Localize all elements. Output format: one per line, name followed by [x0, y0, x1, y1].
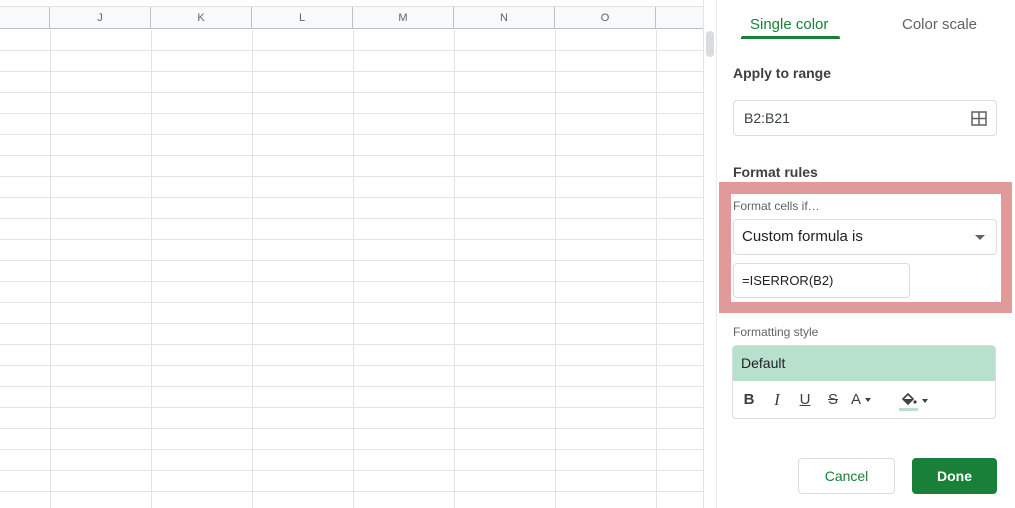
grid-row-line: [0, 155, 703, 156]
grid-row-line: [0, 323, 703, 324]
column-header-m[interactable]: M: [353, 7, 454, 29]
fill-color-caret-icon: [922, 399, 928, 403]
grid-row-line: [0, 365, 703, 366]
grid-column-line: [555, 30, 556, 508]
column-header-k[interactable]: K: [151, 7, 252, 29]
grid-row-line: [0, 260, 703, 261]
grid-row-line: [0, 92, 703, 93]
underline-button[interactable]: U: [794, 389, 816, 411]
grid-column-line: [656, 30, 657, 508]
range-input[interactable]: B2:B21: [733, 100, 997, 136]
grid-column-line: [353, 30, 354, 508]
strikethrough-button[interactable]: S: [822, 389, 844, 411]
cancel-button[interactable]: Cancel: [798, 458, 895, 494]
condition-dropdown[interactable]: Custom formula is: [733, 219, 997, 255]
format-rules-title: Format rules: [733, 164, 818, 180]
format-cells-if-label: Format cells if…: [733, 199, 820, 213]
custom-formula-input[interactable]: =ISERROR(B2): [733, 263, 910, 298]
condition-value: Custom formula is: [742, 228, 863, 245]
fill-color-button[interactable]: [896, 389, 932, 411]
paint-bucket-icon: [901, 392, 917, 406]
grid-row-line: [0, 449, 703, 450]
text-color-button[interactable]: A: [851, 389, 881, 411]
tab-single-color[interactable]: Single color: [750, 14, 828, 36]
grid-row-line: [0, 218, 703, 219]
grid-row-line: [0, 386, 703, 387]
style-preview[interactable]: Default: [733, 346, 995, 381]
grid-row-line: [0, 197, 703, 198]
column-header-l[interactable]: L: [252, 7, 353, 29]
range-value[interactable]: B2:B21: [744, 110, 790, 126]
style-toolbar: B I U S A: [733, 381, 995, 418]
grid-column-line: [252, 30, 253, 508]
column-header-partial-right[interactable]: [656, 7, 703, 29]
formatting-style-label: Formatting style: [733, 325, 819, 339]
grid-row-line: [0, 302, 703, 303]
scrollbar-thumb[interactable]: [706, 31, 714, 57]
style-preview-text: Default: [741, 355, 786, 371]
fill-color-swatch: [899, 408, 918, 411]
column-header-o[interactable]: O: [555, 7, 656, 29]
column-header-j[interactable]: J: [50, 7, 151, 29]
grid-row-line: [0, 344, 703, 345]
formatting-style-box: Default B I U S A: [732, 345, 996, 419]
grid-column-line: [151, 30, 152, 508]
grid-row-line: [0, 407, 703, 408]
spreadsheet-area: J K L M N O: [0, 0, 716, 508]
text-color-caret-icon: [865, 398, 872, 403]
active-tab-indicator: [741, 36, 840, 39]
grid-row-line: [0, 428, 703, 429]
grid-row-line: [0, 134, 703, 135]
grid-row-line: [0, 176, 703, 177]
text-color-icon: A: [851, 391, 862, 408]
dropdown-arrow-icon: [975, 235, 985, 240]
done-button[interactable]: Done: [912, 458, 997, 494]
vertical-scrollbar[interactable]: [703, 0, 716, 508]
column-header-n[interactable]: N: [454, 7, 555, 29]
formula-value: =ISERROR(B2): [742, 273, 834, 288]
grid-column-line: [454, 30, 455, 508]
grid-column-line: [50, 30, 51, 508]
grid-row-line: [0, 281, 703, 282]
grid-row-line: [0, 50, 703, 51]
grid-row-line: [0, 470, 703, 471]
apply-to-range-title: Apply to range: [733, 65, 832, 81]
grid-row-line: [0, 71, 703, 72]
grid-row-line: [0, 113, 703, 114]
bold-button[interactable]: B: [738, 389, 760, 411]
grid-row-line: [0, 239, 703, 240]
italic-button[interactable]: I: [766, 389, 788, 411]
cell-grid[interactable]: [0, 30, 703, 508]
conditional-format-panel: Single color Color scale Apply to range …: [717, 0, 1015, 508]
grid-select-icon[interactable]: [971, 111, 987, 126]
column-header-row: J K L M N O: [0, 6, 703, 29]
column-header-partial[interactable]: [0, 7, 50, 29]
tab-color-scale[interactable]: Color scale: [902, 14, 977, 36]
grid-row-line: [0, 491, 703, 492]
